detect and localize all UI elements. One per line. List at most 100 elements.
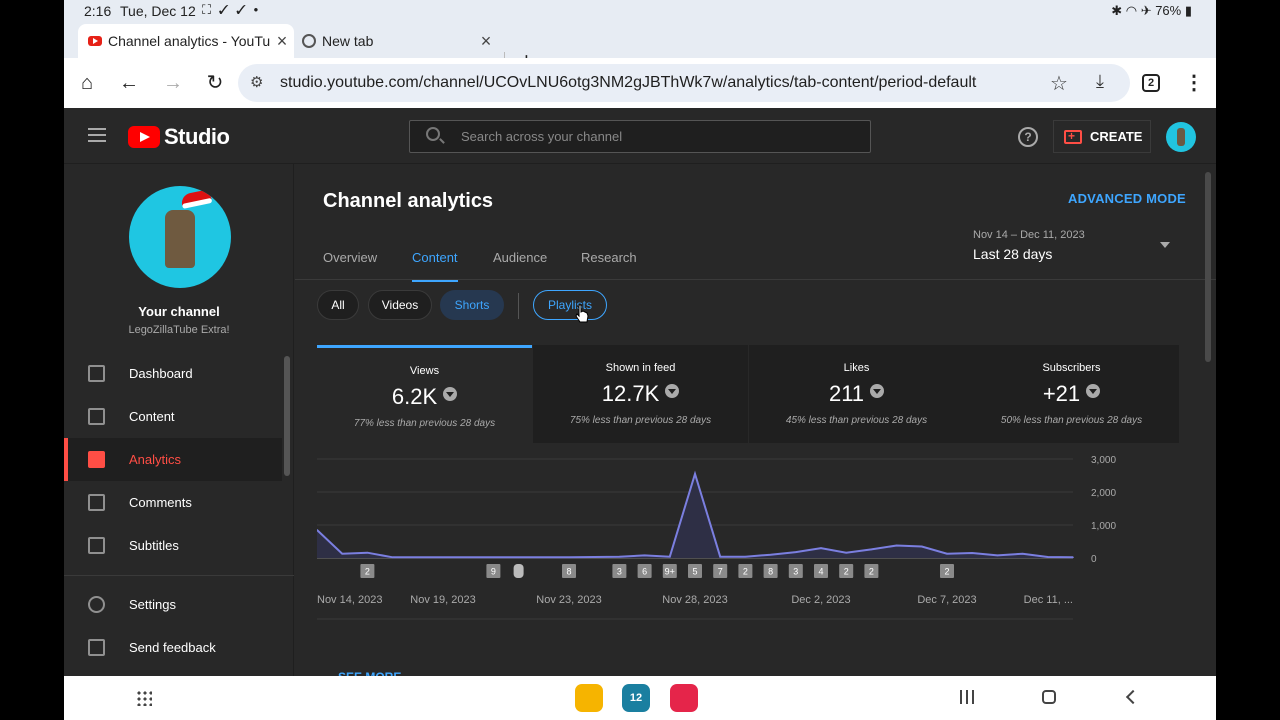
data-point (870, 548, 873, 551)
sidebar: Your channel LegoZillaTube Extra! Dashbo… (64, 164, 294, 676)
home-icon[interactable]: ⌂ (74, 70, 100, 96)
home-nav-icon[interactable] (1042, 690, 1056, 704)
data-point (1021, 552, 1024, 555)
tab-audience[interactable]: Audience (493, 250, 547, 279)
metric-card-shown-in-feed[interactable]: Shown in feed 12.7K 75% less than previo… (533, 345, 748, 443)
search-input[interactable]: Search across your channel (409, 120, 871, 153)
tab-switcher-button[interactable]: 2 (1142, 74, 1160, 92)
hand-cursor-icon (575, 304, 589, 323)
browser-tab-analytics[interactable]: Channel analytics - YouTube Studio × (78, 24, 294, 58)
data-point (366, 551, 369, 554)
tab-research[interactable]: Research (581, 250, 637, 279)
comments-icon (88, 494, 105, 511)
chip-shorts[interactable]: Shorts (440, 290, 504, 320)
screen-recorder-icon[interactable] (670, 684, 698, 712)
marker-count: 2 (869, 567, 874, 577)
url-text[interactable]: studio.youtube.com/channel/UCOvLNU6otg3N… (280, 74, 976, 92)
marker-count: 6 (642, 567, 647, 577)
x-tick-label: Dec 7, 2023 (917, 594, 976, 606)
browser-tab-new[interactable]: New tab × (298, 24, 498, 58)
data-point (492, 556, 495, 559)
studio-logo[interactable]: Studio (128, 124, 230, 150)
download-icon[interactable]: ⤓ (1096, 71, 1104, 92)
x-tick-label: Nov 28, 2023 (662, 594, 727, 606)
advanced-mode-link[interactable]: ADVANCED MODE (1068, 191, 1186, 206)
content-icon (88, 408, 105, 425)
data-point (971, 552, 973, 554)
battery-level: 76% (1155, 3, 1182, 18)
browser-menu-icon[interactable]: ⋮ (1184, 70, 1204, 95)
account-avatar[interactable] (1166, 122, 1196, 152)
back-icon[interactable]: ← (116, 70, 142, 96)
metric-label: Views (409, 365, 440, 377)
marker-count: 5 (692, 567, 697, 577)
chart-svg: 3,000 2,000 1,000 0 2 9 8 3 6 9+ 5 7 2 8 3 4 2 2 2 Nov 14, … (316, 455, 1116, 620)
tab-content[interactable]: Content (412, 250, 458, 282)
chip-videos[interactable]: Videos (368, 290, 432, 320)
data-point (517, 556, 520, 559)
files-app-icon[interactable] (575, 684, 603, 712)
views-chart: 3,000 2,000 1,000 0 2 9 8 3 6 9+ 5 7 2 8 3 4 2 2 2 Nov 14, … (316, 443, 1179, 683)
metric-comparison: 50% less than previous 28 days (1000, 415, 1143, 426)
marker-count: 8 (566, 567, 571, 577)
marker-count: 3 (617, 567, 622, 577)
address-bar[interactable]: ⚙ studio.youtube.com/channel/UCOvLNU6otg… (238, 64, 1130, 102)
reload-icon[interactable]: ↻ (202, 70, 228, 96)
down-arrow-icon (443, 387, 458, 401)
sidebar-item-content[interactable]: Content (64, 395, 282, 438)
data-point (694, 473, 696, 475)
marker-count: 7 (718, 567, 723, 577)
metric-label: Likes (843, 362, 870, 374)
data-point (568, 556, 570, 559)
main-scrollbar[interactable] (1205, 172, 1211, 362)
sidebar-item-settings[interactable]: Settings (64, 583, 282, 626)
chrome-icon (302, 34, 316, 48)
calendar-app-icon[interactable]: 12 (622, 684, 650, 712)
site-info-icon[interactable]: ⚙ (250, 73, 263, 91)
sidebar-item-subtitles[interactable]: Subtitles (64, 524, 282, 567)
tab-title: New tab (322, 33, 374, 49)
sidebar-item-send-feedback[interactable]: Send feedback (64, 626, 282, 669)
close-tab-icon[interactable]: × (270, 31, 294, 52)
create-button[interactable]: CREATE (1053, 120, 1151, 153)
search-icon (426, 127, 440, 141)
forward-icon[interactable]: → (160, 70, 186, 96)
hamburger-menu-icon[interactable] (88, 128, 106, 142)
chip-all[interactable]: All (317, 290, 359, 320)
data-point (341, 552, 343, 555)
metric-card-likes[interactable]: Likes 211 45% less than previous 28 days (749, 345, 964, 443)
your-channel-label: Your channel (138, 304, 220, 319)
metric-card-views[interactable]: Views 6.2K 77% less than previous 28 day… (317, 345, 532, 443)
sidebar-scrollbar[interactable] (284, 356, 290, 476)
sidebar-item-analytics[interactable]: Analytics (64, 438, 282, 481)
tab-overview[interactable]: Overview (323, 250, 377, 279)
data-point (921, 545, 923, 548)
create-video-icon (1064, 129, 1082, 144)
x-tick-label: Nov 19, 2023 (410, 594, 475, 606)
metric-comparison: 77% less than previous 28 days (353, 418, 496, 429)
bookmark-star-icon[interactable]: ☆ (1050, 71, 1068, 96)
sidebar-item-dashboard[interactable]: Dashboard (64, 352, 282, 395)
back-nav-icon[interactable] (1125, 689, 1141, 705)
tab-title: Channel analytics - YouTube Studio (108, 33, 270, 49)
metric-value: 6.2K (391, 384, 438, 409)
browser-tab-strip: Channel analytics - YouTube Studio × New… (64, 22, 1216, 73)
sidebar-item-comments[interactable]: Comments (64, 481, 282, 524)
apps-grid-icon[interactable] (136, 690, 152, 706)
marker-count: 4 (818, 567, 823, 577)
recents-icon[interactable] (960, 690, 974, 704)
marker-count: 2 (365, 567, 370, 577)
chip-playlists[interactable]: Playlists (533, 290, 607, 320)
channel-avatar[interactable] (129, 186, 231, 288)
data-point (795, 551, 797, 553)
avatar-figure (165, 210, 195, 268)
help-icon[interactable]: ? (1018, 127, 1038, 147)
close-tab-icon[interactable]: × (474, 31, 498, 52)
sidebar-item-label: Content (129, 409, 175, 424)
marker-count: 9 (491, 567, 496, 577)
data-point (593, 556, 595, 558)
x-tick-label: Nov 23, 2023 (536, 594, 601, 606)
data-point (719, 555, 721, 558)
android-nav-bar: 12 (64, 676, 1216, 720)
metric-card-subscribers[interactable]: Subscribers +21 50% less than previous 2… (964, 345, 1179, 443)
